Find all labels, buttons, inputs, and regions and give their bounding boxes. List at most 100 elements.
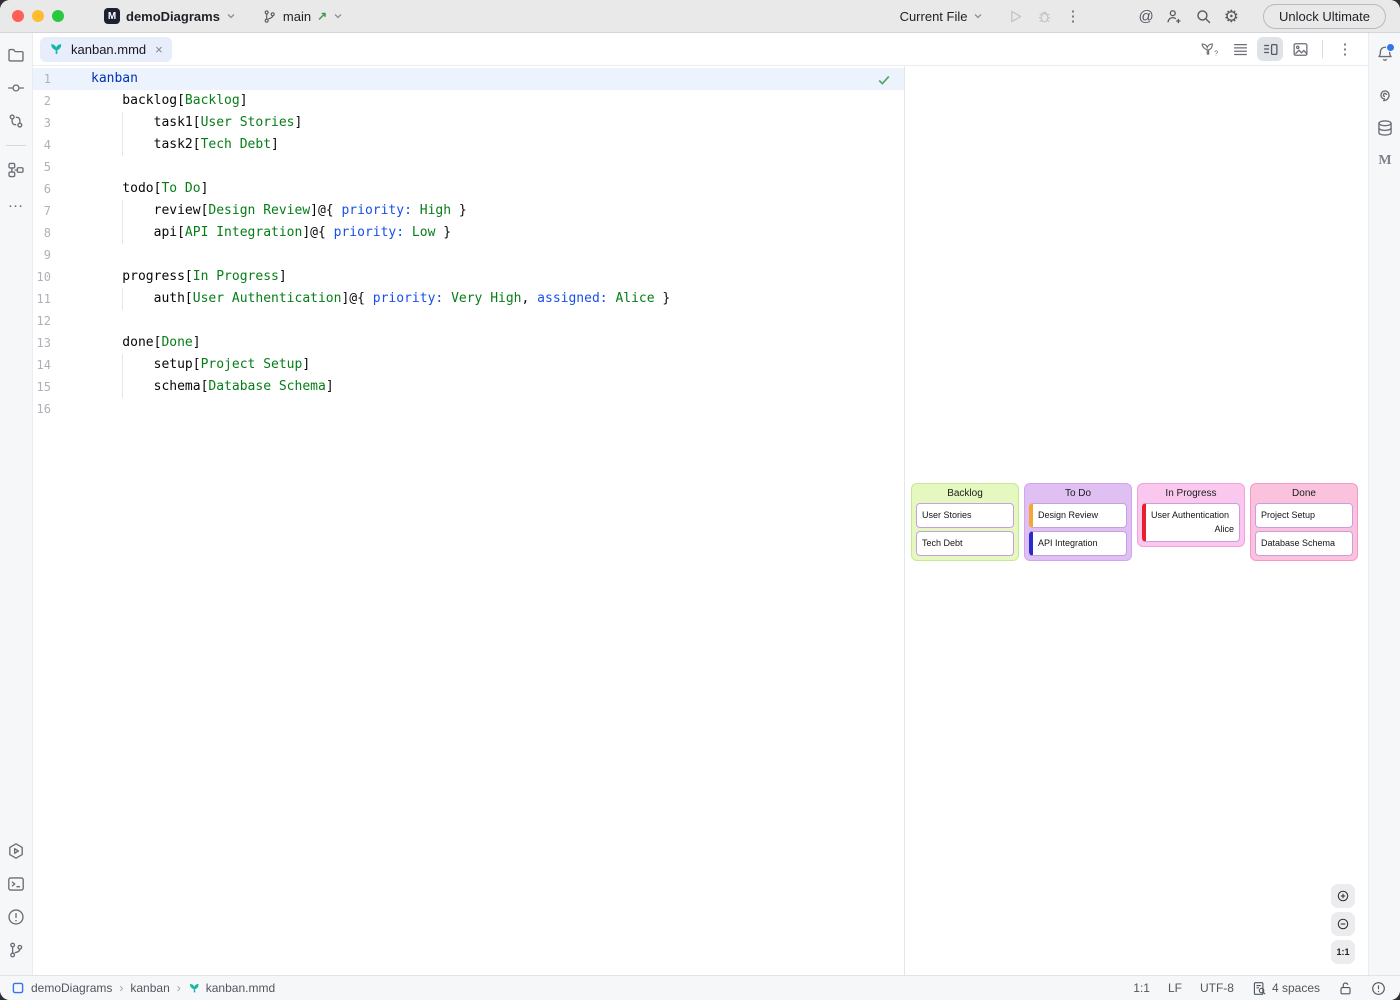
code-with-me-button[interactable] [1160,6,1189,27]
text-lines-icon [1232,41,1249,58]
status-bar: demoDiagrams › kanban › kanban.mmd 1:1 L… [0,975,1400,1000]
services-icon [7,842,25,860]
zoom-out-button[interactable] [1331,912,1355,936]
git-branch-icon [262,9,277,24]
branch-selector[interactable]: main ↗ [256,6,349,27]
preview-only-view-button[interactable] [1287,37,1313,61]
structure-tool-button[interactable] [3,157,29,183]
project-window-icon [12,982,24,994]
ai-assistant-panel-button[interactable] [1372,82,1398,108]
kanban-board: BacklogUser StoriesTech DebtTo DoDesign … [911,483,1358,561]
inspections-ok-icon[interactable] [877,73,891,87]
project-tool-button[interactable] [3,42,29,68]
zoom-reset-button[interactable]: 1:1 [1331,940,1355,964]
run-config-selector[interactable]: Current File [894,6,990,27]
terminal-tool-button[interactable] [3,871,29,897]
zoom-window-button[interactable] [52,10,64,22]
code-line: 15 schema[Database Schema] [33,376,904,398]
code-line: 9 [33,244,904,266]
code-line: 16 [33,398,904,420]
chevron-down-icon [333,11,343,21]
editor-only-view-button[interactable] [1227,37,1253,61]
kanban-column-to-do: To DoDesign ReviewAPI Integration [1024,483,1132,561]
code-line: 6 todo[To Do] [33,178,904,200]
more-tool-windows-button[interactable]: … [3,190,29,216]
code-line: 2 backlog[Backlog] [33,90,904,112]
kanban-card-title: User Stories [922,509,1008,522]
kanban-card: Project Setup [1255,503,1353,528]
project-name: demoDiagrams [126,9,220,24]
toolbar-separator [1322,40,1323,58]
database-panel-button[interactable] [1372,115,1398,141]
tab-kanban-mmd[interactable]: kanban.mmd × [40,37,172,62]
line-number: 14 [33,354,91,376]
plus-circle-icon [1337,888,1349,904]
problems-icon [7,908,25,926]
split-view-icon [1262,41,1279,58]
version-control-tool-button[interactable] [3,937,29,963]
database-icon [1376,119,1394,137]
search-everywhere-button[interactable] [1189,6,1218,27]
editor[interactable]: 1kanban2 backlog[Backlog]3 task1[User St… [33,66,904,975]
breadcrumb-folder[interactable]: kanban [130,981,169,995]
zoom-in-button[interactable] [1331,884,1355,908]
breadcrumb-project[interactable]: demoDiagrams [31,981,112,995]
line-number: 16 [33,398,91,420]
vcs-graph-tool-button[interactable] [3,108,29,134]
more-run-actions-button[interactable]: ⋮ [1059,7,1086,26]
notification-dot [1386,43,1395,52]
line-number: 6 [33,178,91,200]
caret-position[interactable]: 1:1 [1133,981,1150,995]
file-lock-toggle[interactable] [1338,981,1353,996]
settings-button[interactable]: ⚙ [1218,6,1245,27]
kanban-card-title: User Authentication [1151,509,1234,522]
code-line: 11 auth[User Authentication]@{ priority:… [33,288,904,310]
line-number: 5 [33,156,91,178]
push-arrow-icon: ↗ [317,9,327,23]
editor-and-preview-view-button[interactable] [1257,37,1283,61]
project-icon: M [104,8,120,24]
unlock-ultimate-button[interactable]: Unlock Ultimate [1263,4,1386,29]
services-tool-button[interactable] [3,838,29,864]
file-encoding[interactable]: UTF-8 [1200,981,1234,995]
mermaid-m-icon: M [1378,153,1390,169]
inspections-widget[interactable] [1371,981,1386,996]
mermaid-panel-button[interactable]: M [1372,148,1398,174]
line-number: 9 [33,244,91,266]
line-number: 12 [33,310,91,332]
git-graph-icon [7,112,25,130]
problems-tool-button[interactable] [3,904,29,930]
ai-assistant-button[interactable]: @ [1132,7,1159,26]
breadcrumb-separator: › [119,981,123,995]
minimize-window-button[interactable] [32,10,44,22]
chevron-down-icon [973,11,983,21]
kanban-card: Database Schema [1255,531,1353,556]
close-tab-icon[interactable]: × [155,42,163,57]
kanban-card-title: Project Setup [1261,509,1347,522]
indent-setting[interactable]: 4 spaces [1252,981,1320,996]
svg-text:?: ? [1214,48,1218,57]
project-selector[interactable]: M demoDiagrams [98,5,242,27]
minus-circle-icon [1337,916,1349,932]
kanban-column-title: To Do [1029,488,1127,499]
editor-more-options-button[interactable]: ⋮ [1332,37,1358,61]
debug-button[interactable] [1030,6,1059,27]
breadcrumb-file[interactable]: kanban.mmd [188,981,275,995]
kanban-card: Design Review [1029,503,1127,528]
diagram-help-button[interactable]: ? [1197,37,1223,61]
ide-window: M demoDiagrams main ↗ Current File ⋮ @ [0,0,1400,1000]
commit-tool-button[interactable] [3,75,29,101]
close-window-button[interactable] [12,10,24,22]
kanban-card-assignee: Alice [1151,523,1234,536]
kanban-column-done: DoneProject SetupDatabase Schema [1250,483,1358,561]
git-branch-icon [7,941,25,959]
code-line: 10 progress[In Progress] [33,266,904,288]
run-button[interactable] [1001,6,1030,27]
notifications-button[interactable] [1372,41,1398,67]
mermaid-file-icon [188,982,201,995]
structure-icon [7,161,25,179]
kanban-card-title: Design Review [1038,509,1121,522]
kanban-card: User Stories [916,503,1014,528]
line-ending[interactable]: LF [1168,981,1182,995]
code-line: 8 api[API Integration]@{ priority: Low } [33,222,904,244]
